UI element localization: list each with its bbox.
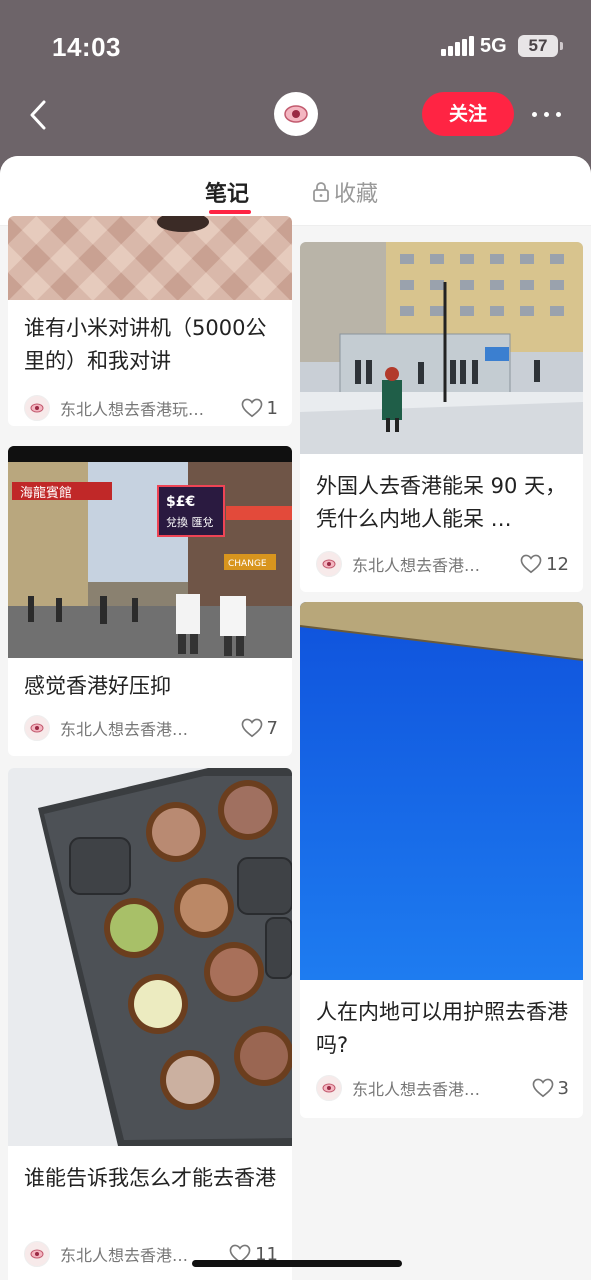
note-title: 感觉香港好压抑 (24, 674, 171, 698)
active-tab-indicator (209, 210, 251, 214)
eye-logo-icon (30, 403, 44, 413)
heart-icon (520, 554, 542, 574)
note-meta: 东北人想去香港玩… 1 (24, 394, 278, 422)
author-name[interactable]: 东北人想去香港… (352, 1076, 524, 1100)
eye-logo-icon (284, 105, 308, 123)
like-button[interactable]: 1 (241, 398, 278, 419)
sign-hotel: 海龍賓館 (20, 485, 72, 501)
author-avatar[interactable] (24, 715, 50, 741)
note-card[interactable]: 人在内地可以用护照去香港吗? 东北人想去香港… 3 (300, 602, 583, 1118)
eye-logo-icon (322, 559, 336, 569)
heart-icon (241, 718, 262, 738)
more-options-icon[interactable] (530, 102, 564, 126)
status-bar: 14:03 5G 57 (0, 0, 591, 90)
back-button[interactable] (24, 98, 54, 132)
network-type: 5G (480, 35, 507, 57)
eye-logo-icon (30, 1249, 44, 1259)
note-card[interactable]: 谁能告诉我怎么才能去香港 东北人想去香港… 11 (8, 768, 292, 1280)
note-meta: 东北人想去香港… 12 (316, 550, 569, 578)
note-card[interactable]: 海龍賓館 $£€ 兌換 匯兌 CHANGE 感觉香港好压抑 东北人想去香港… 7 (8, 446, 292, 756)
eye-logo-icon (322, 1083, 336, 1093)
profile-content: 笔记 收藏 谁有小米对讲机（5000公里的）和我对讲 东北人想去香港玩… 1 外… (0, 156, 591, 1280)
tab-notes-label: 笔记 (205, 182, 250, 207)
note-title: 人在内地可以用护照去香港吗? (316, 1000, 568, 1057)
note-meta: 东北人想去香港… 7 (24, 714, 278, 742)
note-image-blue-sky (300, 602, 583, 980)
chevron-left-icon (30, 100, 46, 130)
note-title: 外国人去香港能呆 90 天，凭什么内地人能呆 … (316, 474, 567, 531)
note-image-hongkong-street: 海龍賓館 $£€ 兌換 匯兌 CHANGE (8, 446, 292, 658)
author-name[interactable]: 东北人想去香港… (352, 552, 512, 576)
note-meta: 东北人想去香港… 3 (316, 1074, 569, 1102)
like-count: 7 (266, 717, 278, 739)
note-title: 谁能告诉我怎么才能去香港 (24, 1166, 276, 1190)
top-nav: 关注 (0, 90, 591, 156)
heart-icon (241, 398, 262, 418)
note-card[interactable]: 谁有小米对讲机（5000公里的）和我对讲 东北人想去香港玩… 1 (8, 216, 292, 426)
sign-currency: $£€ (166, 494, 195, 510)
note-image-quilt (8, 216, 292, 300)
tab-notes[interactable]: 笔记 (205, 176, 251, 214)
note-title: 谁有小米对讲机（5000公里的）和我对讲 (24, 316, 267, 373)
tab-favorites-label: 收藏 (334, 182, 379, 207)
avatar[interactable] (274, 92, 318, 136)
author-avatar[interactable] (316, 1075, 342, 1101)
author-name[interactable]: 东北人想去香港玩… (60, 396, 233, 420)
like-button[interactable]: 3 (532, 1078, 569, 1099)
lock-icon (313, 182, 329, 202)
signal-icon (441, 36, 474, 56)
like-button[interactable]: 12 (520, 554, 569, 575)
tab-favorites[interactable]: 收藏 (312, 176, 378, 208)
sign-exchange: 兌換 匯兌 (166, 516, 214, 529)
like-count: 3 (557, 1077, 569, 1099)
battery-icon: 57 (518, 35, 563, 57)
author-avatar[interactable] (24, 1241, 50, 1267)
home-indicator[interactable] (192, 1260, 402, 1267)
author-avatar[interactable] (24, 395, 50, 421)
like-button[interactable]: 7 (241, 718, 278, 739)
note-image-chocolates (8, 768, 292, 1146)
author-name[interactable]: 东北人想去香港… (60, 716, 233, 740)
note-card[interactable]: 外国人去香港能呆 90 天，凭什么内地人能呆 … 东北人想去香港… 12 (300, 242, 583, 592)
status-time: 14:03 (52, 32, 121, 62)
note-image-snowy-street (300, 242, 583, 454)
sign-change: CHANGE (228, 559, 267, 569)
like-count: 1 (266, 397, 278, 419)
author-avatar[interactable] (316, 551, 342, 577)
follow-button[interactable]: 关注 (422, 92, 514, 136)
eye-logo-icon (30, 723, 44, 733)
like-count: 12 (546, 553, 569, 575)
heart-icon (532, 1078, 553, 1098)
